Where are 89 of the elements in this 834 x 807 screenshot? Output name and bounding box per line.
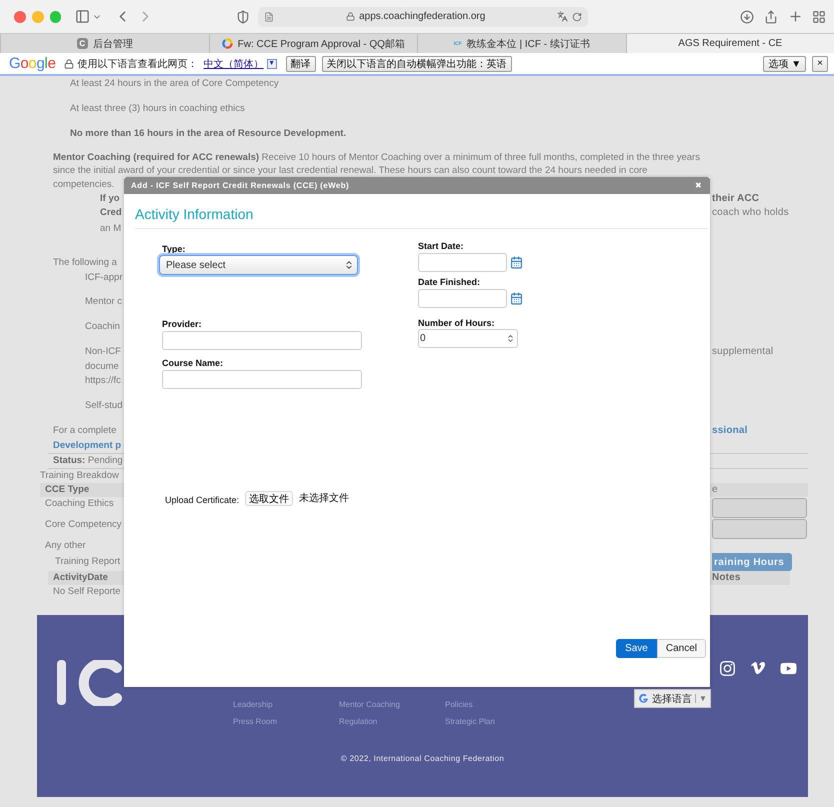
instagram-icon[interactable] <box>719 660 736 677</box>
calendar-icon[interactable] <box>510 292 523 304</box>
vimeo-icon[interactable] <box>750 660 766 676</box>
note-text: an M <box>100 223 122 234</box>
field-label: Upload Certificate: <box>165 495 240 505</box>
list-item-text: docume <box>85 361 119 372</box>
address-bar[interactable]: apps.coachingfederation.org <box>258 6 588 26</box>
column-header: CCE Type <box>45 484 90 495</box>
paragraph-text: For a complete <box>53 425 116 436</box>
field-label: Type: <box>162 243 186 255</box>
options-button[interactable]: 选项 ▼ <box>763 56 806 72</box>
logo <box>57 660 124 706</box>
spinner-icon[interactable] <box>506 334 515 343</box>
table-cell: Any other <box>45 540 86 551</box>
list-item-text: supplemental <box>712 346 774 357</box>
field-label: Start Date: <box>418 240 465 252</box>
table-cell: No Self Reporte <box>53 586 121 597</box>
list-item-text: Coachin <box>85 321 120 332</box>
close-window-button[interactable] <box>14 10 26 22</box>
translate-icon[interactable] <box>557 11 568 22</box>
requirement-text: At least 24 hours in the area of Core Competency <box>70 78 279 89</box>
choose-file-button[interactable]: 选取文件 <box>245 491 294 506</box>
google-icon <box>638 693 649 704</box>
list-item-text: ICF-appr <box>85 272 122 283</box>
subsection-title: Training Report <box>55 556 120 567</box>
date-field[interactable] <box>418 289 507 308</box>
type-select[interactable]: Please select <box>159 255 358 275</box>
dialog-title: Add - ICF Self Report Credit Renewals (CCE) (eWeb) <box>131 181 350 190</box>
list-item-text: Non-ICF <box>85 346 121 357</box>
lock-icon <box>346 12 356 21</box>
language-link[interactable]: 中文（简体） <box>204 56 264 70</box>
page-icon <box>264 12 274 22</box>
paragraph-text: competencies. <box>53 179 114 190</box>
text-field[interactable] <box>162 331 362 350</box>
column-header: Notes <box>712 572 741 583</box>
paragraph-text: The following a <box>53 257 117 268</box>
note-text: If yo <box>100 193 120 204</box>
column-header: ActivityDate <box>53 572 108 583</box>
lock-icon <box>64 58 74 68</box>
table-cell: Core Competency <box>45 519 122 530</box>
field-label: Course Name: <box>162 357 224 369</box>
requirement-text: No more than 16 hours in the area of Resource Development. <box>70 128 346 139</box>
share-icon[interactable] <box>764 10 778 24</box>
file-status: 未选择文件 <box>299 492 350 505</box>
list-item-text: Mentor c <box>85 296 122 307</box>
table-cell: Coaching Ethics <box>45 498 114 509</box>
paragraph-line: since the initial award of your credential or since your last credential renewal. These hours can also count toward the 24 hours needed in core <box>53 165 648 176</box>
hours-field[interactable] <box>712 498 807 518</box>
copyright-text: © 2022, International Coaching Federation <box>340 754 506 763</box>
list-item-text: https://fc <box>85 375 121 386</box>
note-text: Cred <box>100 207 122 218</box>
note-text: coach who holds <box>712 207 789 218</box>
favicon-icon: C <box>76 38 88 49</box>
youtube-icon[interactable] <box>780 660 797 677</box>
translate-button[interactable]: 翻译 <box>286 56 316 72</box>
list-item-text: Self-stud <box>85 400 122 411</box>
browser-tab[interactable]: Fw: CCE Program Approval - QQ邮箱 <box>208 34 417 53</box>
section-title: Training Breakdow <box>40 470 119 481</box>
note-text: their ACC <box>712 193 760 204</box>
updown-icon <box>344 260 354 270</box>
google-logo: Google <box>9 55 56 72</box>
close-bar-button[interactable]: × <box>812 56 828 72</box>
field-label: Number of Hours: <box>418 317 496 329</box>
requirement-text: At least three (3) hours in coaching ethics <box>70 103 245 114</box>
browser-tab[interactable]: C 后台管理 <box>0 34 208 53</box>
text-field[interactable] <box>162 370 362 389</box>
tab-overview-icon[interactable] <box>812 10 826 24</box>
translate-prompt: 使用以下语言查看此网页： <box>78 58 198 70</box>
language-select[interactable]: 选择语言 ▼ <box>634 689 711 708</box>
date-field[interactable] <box>418 253 507 272</box>
reload-icon[interactable] <box>572 12 582 22</box>
never-translate-button[interactable]: 关闭以下语言的自动横幅弹出功能：英语 <box>322 56 512 72</box>
sidebar-icon[interactable] <box>75 9 90 24</box>
field-label: Provider: <box>162 318 203 330</box>
cancel-button[interactable]: Cancel <box>656 639 706 658</box>
calendar-icon[interactable] <box>510 256 523 268</box>
hours-field[interactable] <box>712 519 807 539</box>
download-icon[interactable] <box>740 10 754 24</box>
info-text: Status: Pending <box>53 455 123 466</box>
section-heading: Activity Information <box>135 204 708 229</box>
new-tab-icon[interactable] <box>788 9 803 24</box>
hours-field[interactable]: 0 <box>418 329 518 348</box>
browser-tab[interactable]: AGS Requirement - CE <box>626 34 834 53</box>
column-header: e <box>712 484 718 495</box>
save-button[interactable]: Save <box>616 639 657 658</box>
shield-icon[interactable] <box>236 10 250 24</box>
paragraph-line: Mentor Coaching (required for ACC renewals) Receive 10 hours of Mentor Coaching over a minimum of three full months, completed in the three years <box>53 152 700 163</box>
field-label: Date Finished: <box>418 276 482 288</box>
favicon-icon <box>222 38 233 49</box>
